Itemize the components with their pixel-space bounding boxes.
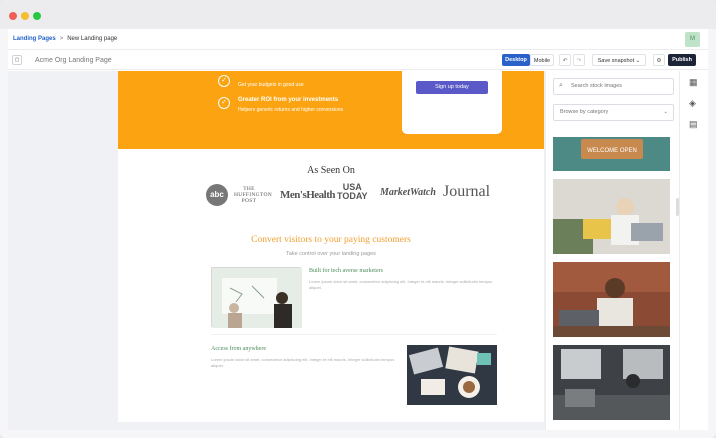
window-titlebar xyxy=(0,0,716,29)
stock-search-box[interactable]: ⌕ xyxy=(553,78,674,95)
publish-button[interactable]: Publish xyxy=(668,54,696,66)
breadcrumb: Landing Pages > New Landing page xyxy=(13,36,117,42)
page-icon[interactable]: ▢ xyxy=(12,55,22,65)
feature-image-desk xyxy=(407,345,497,405)
mens-health-logo: Men'sHealth xyxy=(280,189,336,201)
convert-subheading: Take control over your landing pages xyxy=(286,251,376,257)
editor-app: Landing Pages > New Landing page M ▢ Acme … xyxy=(8,29,708,430)
feature-image-whiteboard xyxy=(211,267,302,328)
desktop-view-button[interactable]: Desktop xyxy=(502,54,530,66)
editor-toolbar: ▢ Acme Org Landing Page Desktop Mobile ↶… xyxy=(8,50,708,70)
hero-feature-title: Greater ROI from your investments xyxy=(238,97,339,103)
stock-image-office[interactable] xyxy=(553,345,670,420)
landing-page-preview[interactable]: ✓ Get your budgets in good use ✓ Greater… xyxy=(118,71,544,422)
man-laptop-illustration xyxy=(553,262,670,337)
as-seen-on-heading: As Seen On xyxy=(307,165,355,176)
woman-laptop-illustration xyxy=(553,179,670,254)
stock-image-man-laptop[interactable] xyxy=(553,262,670,337)
feature2-text: Lorem ipsum dolor sit amet, consectetur … xyxy=(211,357,395,368)
grid-icon[interactable]: ▦ xyxy=(689,77,698,88)
minimize-window-button[interactable] xyxy=(21,12,29,20)
mobile-view-button[interactable]: Mobile xyxy=(530,54,554,66)
whiteboard-illustration xyxy=(212,268,302,328)
feature1-text: Lorem ipsum dolor sit amet, consectetur … xyxy=(309,279,493,290)
chevron-down-icon: ⌄ xyxy=(663,109,668,115)
hero-feature-text: Helpers generic returns and higher conve… xyxy=(238,107,344,113)
hero-text-line: Get your budgets in good use xyxy=(238,82,304,88)
breadcrumb-bar: Landing Pages > New Landing page M xyxy=(8,29,708,50)
signup-card: Sign up today xyxy=(402,71,502,134)
save-snapshot-label: Save snapshot xyxy=(597,58,635,64)
check-icon: ✓ xyxy=(218,75,230,87)
journal-logo: Journal xyxy=(443,183,491,200)
page-name: Acme Org Landing Page xyxy=(35,57,112,64)
stock-search-input[interactable] xyxy=(571,83,669,89)
save-snapshot-button[interactable]: Save snapshot ⌄ xyxy=(592,54,646,66)
usa-today-logo: USA TODAY xyxy=(337,183,368,201)
office-illustration xyxy=(553,345,670,420)
app-window: Landing Pages > New Landing page M ▢ Acme … xyxy=(0,0,716,438)
hero-section: ✓ Get your budgets in good use ✓ Greater… xyxy=(118,71,544,149)
abc-logo: abc xyxy=(206,184,228,206)
settings-button[interactable]: ⚙ xyxy=(653,54,665,66)
browse-category-label: Browse by category xyxy=(560,109,609,115)
breadcrumb-current: New Landing page xyxy=(67,36,118,42)
avatar[interactable]: M xyxy=(685,32,700,47)
usa-today-logo-bottom: TODAY xyxy=(337,191,368,201)
check-icon: ✓ xyxy=(218,97,230,109)
maximize-window-button[interactable] xyxy=(33,12,41,20)
stock-images-panel: ⌕ Browse by category ⌄ WELCOME OPEN xyxy=(545,71,679,430)
stock-image-woman-laptop[interactable] xyxy=(553,179,670,254)
stock-sign-text: WELCOME OPEN xyxy=(587,148,637,154)
layout-icon[interactable]: ▤ xyxy=(689,119,698,130)
breadcrumb-separator: > xyxy=(59,36,64,42)
browse-category-select[interactable]: Browse by category ⌄ xyxy=(553,104,674,121)
feature2-title: Access from anywhere xyxy=(211,346,266,352)
convert-heading: Convert visitors to your paying customer… xyxy=(251,235,411,245)
open-sign-illustration: WELCOME OPEN xyxy=(553,137,670,171)
stock-image-open-sign[interactable]: WELCOME OPEN xyxy=(553,137,670,171)
redo-button[interactable]: ↷ xyxy=(573,54,585,66)
undo-button[interactable]: ↶ xyxy=(559,54,571,66)
feature1-title: Built for tech averse marketers xyxy=(309,268,383,274)
breadcrumb-landing-pages-link[interactable]: Landing Pages xyxy=(13,36,56,42)
huffington-post-logo: THE HUFFINGTON POST xyxy=(234,186,273,204)
layers-icon[interactable]: ◈ xyxy=(689,98,696,109)
right-tool-rail: ▦ ◈ ▤ xyxy=(679,71,708,430)
search-icon: ⌕ xyxy=(559,82,563,89)
signup-button[interactable]: Sign up today xyxy=(416,81,488,94)
marketwatch-logo: MarketWatch xyxy=(380,187,436,198)
close-window-button[interactable] xyxy=(9,12,17,20)
desk-illustration xyxy=(407,345,497,405)
chevron-down-icon: ⌄ xyxy=(635,58,641,64)
feature-divider xyxy=(211,334,497,335)
